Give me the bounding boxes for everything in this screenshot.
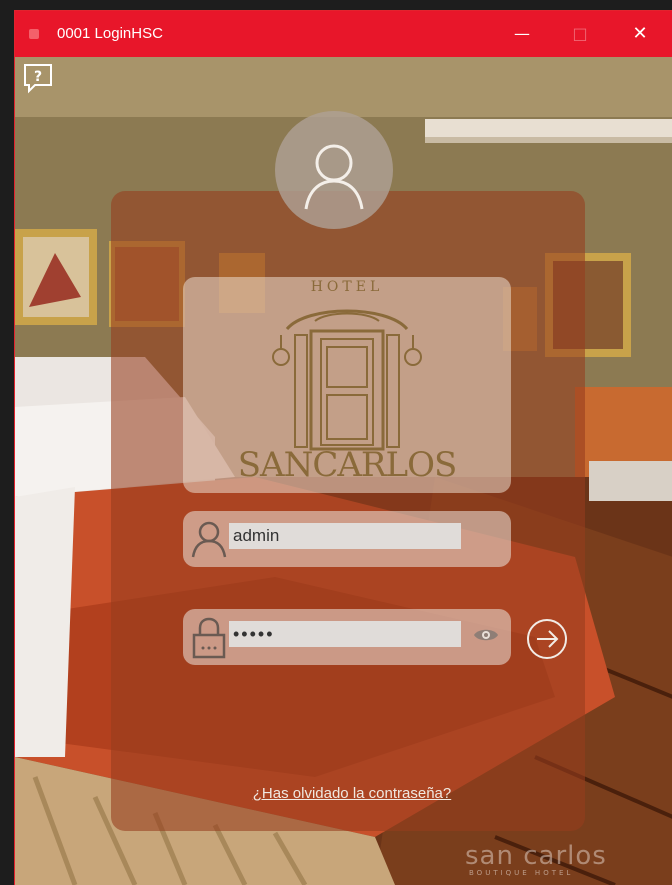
svg-text:?: ? — [34, 69, 42, 85]
hotel-logo: HOTEL SANCARLOS — [183, 277, 511, 493]
footer-brand-name: san carlos — [465, 841, 607, 871]
show-password-eye-icon[interactable] — [473, 626, 499, 644]
username-field — [183, 511, 511, 567]
password-input[interactable] — [229, 621, 461, 647]
login-window: 0001 LoginHSC — □ ✕ ? HOTEL SANCARLOS ad… — [14, 10, 672, 885]
close-button[interactable]: ✕ — [617, 11, 663, 57]
user-icon — [191, 521, 227, 558]
password-field — [183, 609, 511, 665]
username-input[interactable] — [229, 523, 461, 549]
user-avatar-icon — [304, 144, 364, 210]
title-bar[interactable]: 0001 LoginHSC — □ ✕ — [15, 11, 672, 57]
app-icon — [29, 29, 39, 39]
footer-brand-tagline: BOUTIQUE HOTEL — [469, 869, 574, 877]
logo-hotel-text: HOTEL — [310, 279, 384, 295]
logo-brand-text: SANCARLOS — [237, 445, 458, 485]
door-emblem-icon — [272, 309, 422, 451]
window-title: 0001 LoginHSC — [57, 25, 163, 42]
help-icon[interactable]: ? — [23, 63, 53, 95]
lock-icon — [192, 617, 226, 659]
avatar — [275, 111, 393, 229]
maximize-button[interactable]: □ — [557, 11, 603, 57]
forgot-password-link[interactable]: ¿Has olvidado la contraseña? — [215, 785, 489, 802]
minimize-button[interactable]: — — [499, 11, 545, 57]
login-submit-arrow-icon[interactable] — [525, 617, 569, 661]
